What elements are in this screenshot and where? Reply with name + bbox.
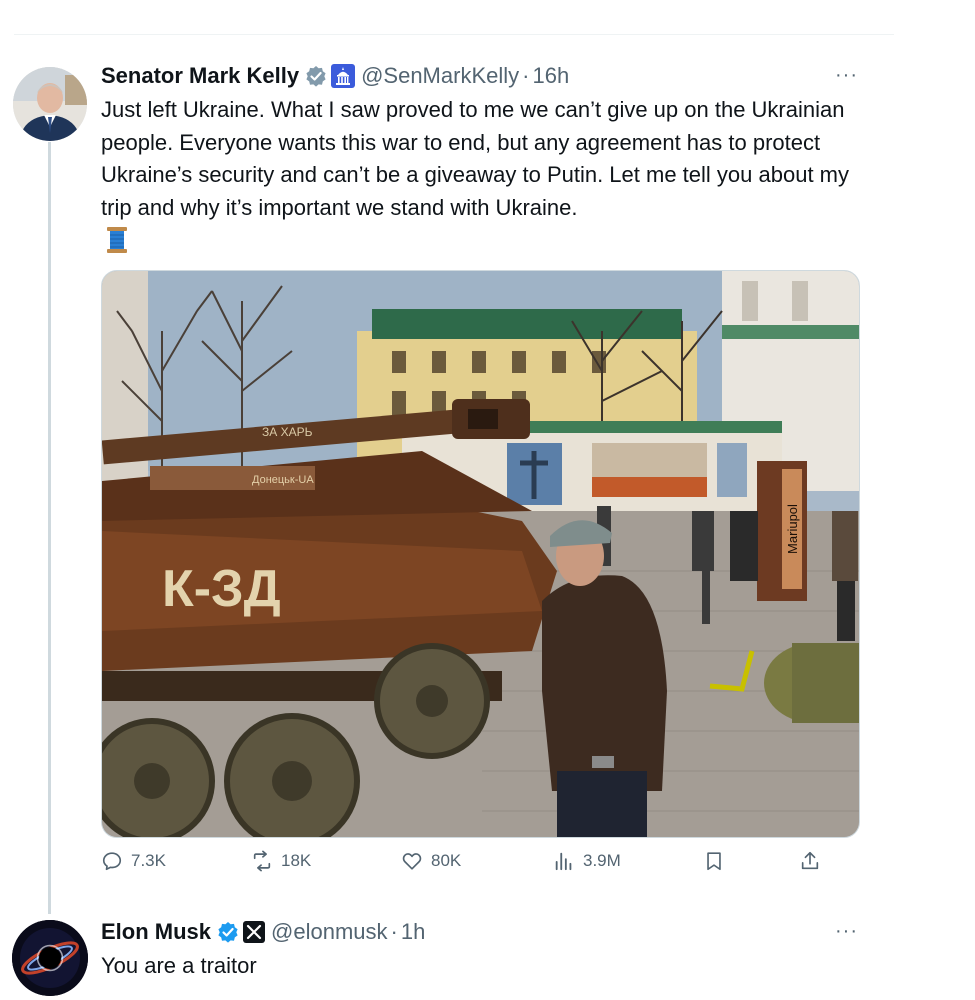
share-button[interactable] bbox=[799, 850, 829, 872]
more-options-icon[interactable]: ··· bbox=[835, 64, 858, 87]
verified-badge-gray-icon[interactable] bbox=[305, 65, 327, 87]
separator-dot: · bbox=[522, 63, 530, 88]
author-handle[interactable]: @SenMarkKelly bbox=[361, 63, 519, 89]
tweet-header-elon-musk: Elon Musk @elonmusk · 1h bbox=[101, 916, 425, 948]
tweet-media-photo[interactable]: Mariupol К-ЗД ЗА ХАРЬ Донецьк-UA bbox=[101, 270, 860, 838]
separator-dot: · bbox=[390, 919, 398, 944]
top-divider bbox=[14, 34, 894, 35]
like-button[interactable]: 80K bbox=[401, 850, 461, 872]
tweet-text: You are a traitor bbox=[101, 953, 257, 978]
avatar-mark-kelly-image bbox=[13, 67, 87, 141]
timestamp[interactable]: 16h bbox=[532, 63, 569, 89]
x-logo-icon[interactable] bbox=[243, 921, 266, 943]
timestamp[interactable]: 1h bbox=[401, 919, 425, 945]
more-options-icon[interactable]: ··· bbox=[835, 920, 858, 943]
thread-spool-icon bbox=[107, 227, 127, 253]
bookmark-icon bbox=[707, 852, 721, 871]
heart-icon bbox=[402, 853, 422, 870]
sign-text: Mariupol bbox=[785, 504, 800, 554]
reply-count: 7.3K bbox=[131, 851, 166, 870]
turret-graffiti-text: ЗА ХАРЬ bbox=[262, 425, 313, 439]
tweet-text: Just left Ukraine. What I saw proved to … bbox=[101, 97, 849, 220]
government-capitol-icon bbox=[331, 64, 356, 88]
tank-graffiti-text: К-ЗД bbox=[162, 560, 281, 618]
thread-connector-line bbox=[48, 142, 51, 914]
photo-tank-kyiv: Mariupol К-ЗД ЗА ХАРЬ Донецьк-UA bbox=[102, 271, 859, 837]
author-name[interactable]: Elon Musk bbox=[101, 919, 211, 945]
views-count: 3.9M bbox=[583, 851, 621, 870]
reply-button[interactable]: 7.3K bbox=[101, 850, 166, 872]
repost-button[interactable]: 18K bbox=[251, 850, 311, 872]
tank-plate-text: Донецьк-UA bbox=[252, 474, 314, 486]
avatar-elon-musk[interactable] bbox=[12, 920, 88, 996]
reply-icon bbox=[102, 852, 122, 871]
verified-badge-blue-icon[interactable] bbox=[217, 921, 239, 943]
tweet-action-bar: 7.3K 18K 80K 3.9M bbox=[101, 850, 841, 884]
bookmark-button[interactable] bbox=[703, 850, 733, 872]
share-upload-icon bbox=[801, 851, 819, 870]
avatar-elon-musk-image bbox=[12, 920, 88, 996]
avatar-mark-kelly[interactable] bbox=[13, 67, 87, 141]
analytics-bars-icon bbox=[555, 852, 572, 871]
like-count: 80K bbox=[431, 851, 462, 870]
tweet-header-mark-kelly: Senator Mark Kelly @SenMarkKelly · 16h bbox=[101, 60, 569, 92]
repost-count: 18K bbox=[281, 851, 312, 870]
author-handle[interactable]: @elonmusk bbox=[271, 919, 388, 945]
author-name[interactable]: Senator Mark Kelly bbox=[101, 63, 299, 89]
views-button[interactable]: 3.9M bbox=[553, 850, 621, 872]
repost-icon bbox=[253, 850, 271, 872]
